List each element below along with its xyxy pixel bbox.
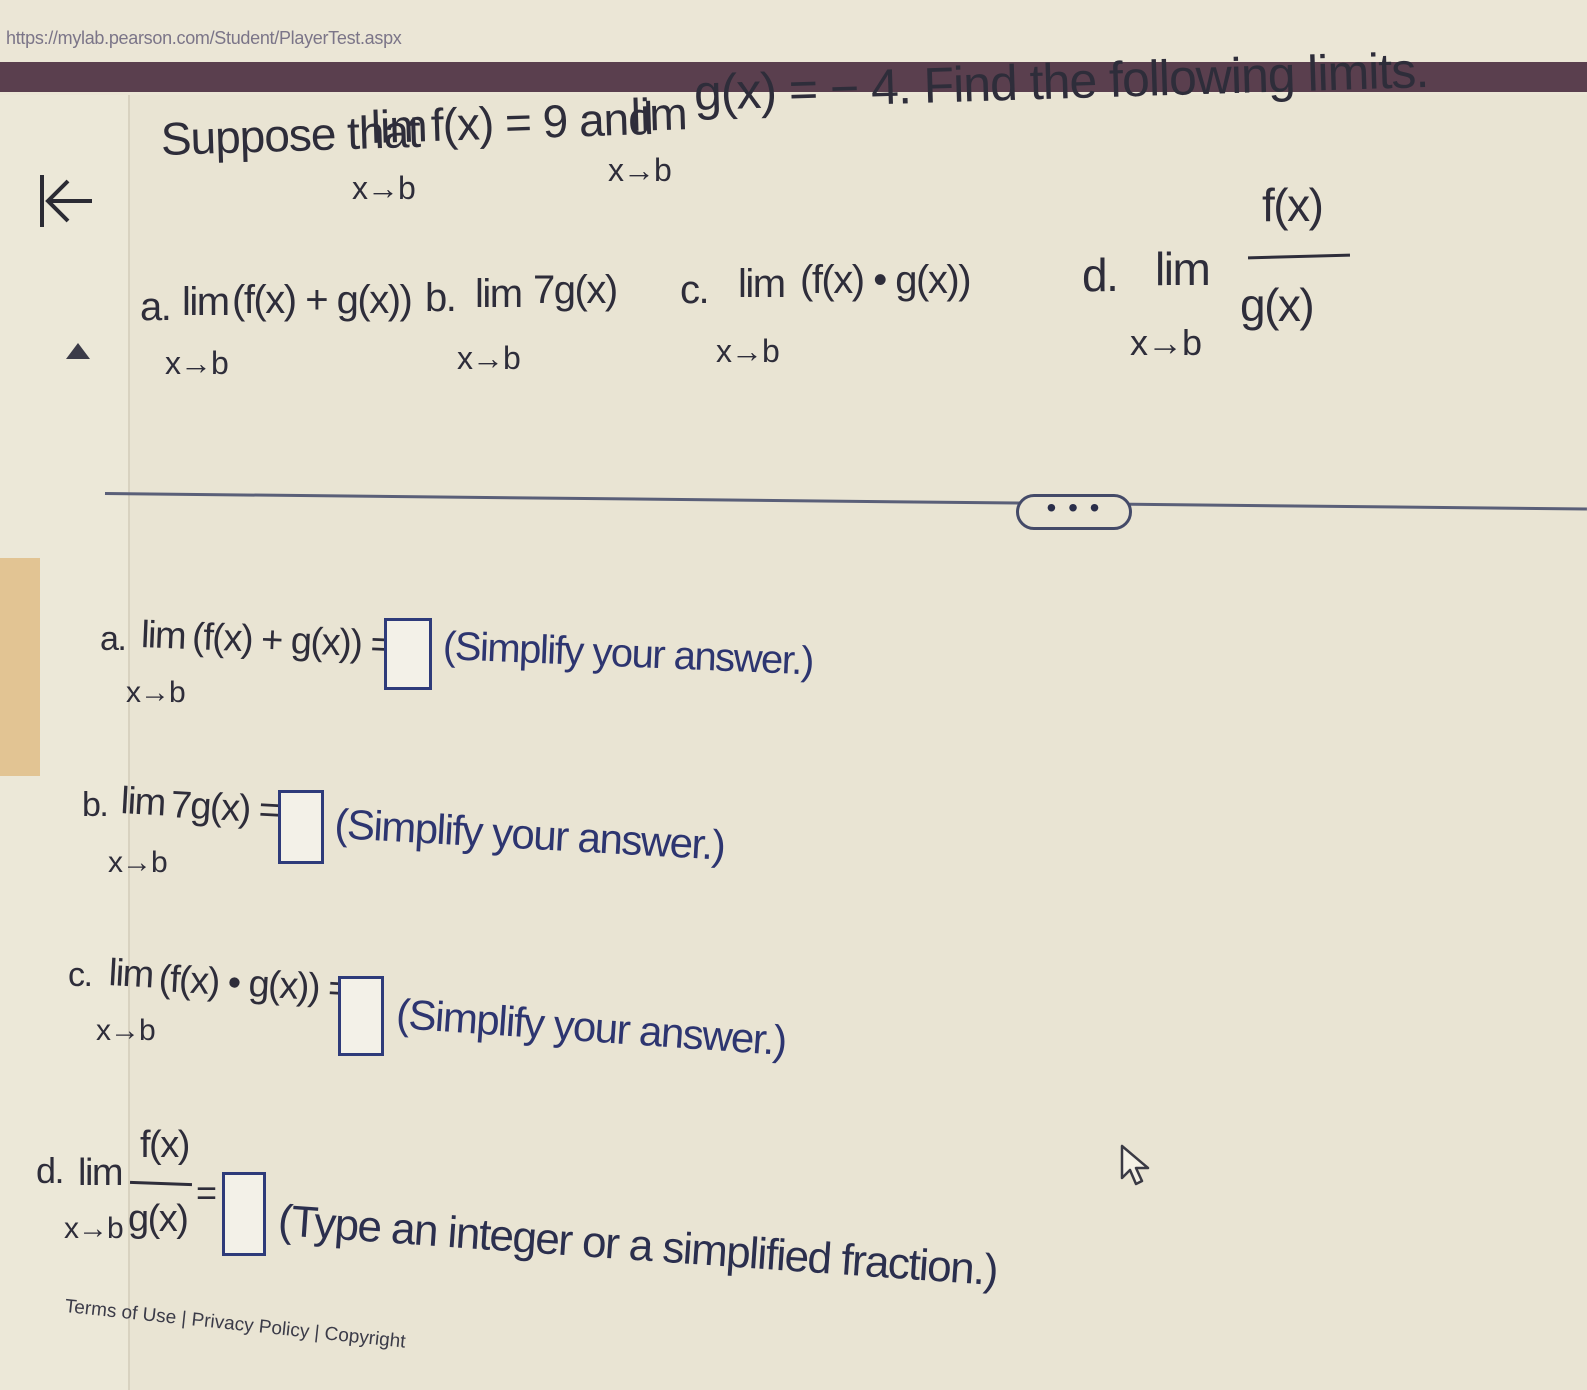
- mouse-pointer-icon: [1120, 1144, 1150, 1186]
- f-limit-statement: f(x) = 9 and: [430, 92, 654, 151]
- more-options-button[interactable]: • • •: [1016, 494, 1132, 530]
- answer-b-lim: lim: [119, 780, 166, 825]
- section-divider: [104, 492, 1587, 511]
- part-b-subscript: x→b: [457, 340, 521, 376]
- answer-b-subscript: x→b: [108, 846, 168, 879]
- answer-a-subscript: x→b: [126, 676, 186, 709]
- answer-a-hint: (Simplify your answer.): [442, 624, 814, 684]
- answer-b-expression: 7g(x) =: [169, 784, 281, 833]
- answer-d-input[interactable]: [222, 1172, 266, 1256]
- answer-a-label: a.: [100, 620, 127, 658]
- lim-f-word: lim: [370, 99, 428, 153]
- part-d-numerator: f(x): [1262, 179, 1324, 231]
- answer-d-lim: lim: [78, 1152, 124, 1194]
- g-limit-subscript: x→b: [608, 152, 672, 188]
- answer-b-label: b.: [82, 786, 109, 824]
- answer-c-hint: (Simplify your answer.): [394, 990, 788, 1065]
- question-panel: Suppose that lim f(x) = 9 and x→b lim g(…: [0, 0, 1587, 1390]
- answer-c-subscript: x→b: [96, 1014, 156, 1047]
- answer-d-label: d.: [36, 1150, 65, 1191]
- answer-a-expression: (f(x) + g(x)) =: [191, 616, 393, 667]
- part-d-subscript: x→b: [1130, 322, 1202, 363]
- part-c-lim: lim: [738, 262, 786, 306]
- part-b-label: b.: [425, 276, 457, 320]
- lim-g-word: lim: [630, 87, 688, 141]
- answer-d-equals: =: [196, 1172, 217, 1213]
- answer-c-label: c.: [68, 956, 93, 994]
- answer-b-input[interactable]: [278, 790, 324, 864]
- part-d-denominator: g(x): [1240, 279, 1315, 331]
- g-limit-statement: g(x) = − 4. Find the following limits.: [693, 41, 1429, 121]
- part-b-expression: 7g(x): [533, 268, 618, 312]
- footer-links[interactable]: Terms of Use | Privacy Policy | Copyrigh…: [64, 1296, 407, 1354]
- part-b-lim: lim: [475, 272, 523, 316]
- answer-d-subscript: x→b: [64, 1212, 124, 1245]
- answer-a-lim: lim: [140, 614, 187, 658]
- answer-d-fraction-bar: [129, 1180, 193, 1187]
- part-a-lim: lim: [182, 280, 230, 324]
- part-a-expression: (f(x) + g(x)): [232, 278, 413, 322]
- answer-a-input[interactable]: [384, 618, 432, 690]
- answer-c-input[interactable]: [338, 976, 384, 1056]
- answer-c-expression: (f(x) • g(x)) =: [157, 958, 351, 1011]
- part-d-lim: lim: [1155, 243, 1211, 295]
- part-c-subscript: x→b: [716, 333, 780, 369]
- part-c-label: c.: [680, 268, 710, 312]
- answer-d-numerator: f(x): [140, 1124, 190, 1166]
- answer-d-hint: (Type an integer or a simplified fractio…: [276, 1196, 999, 1296]
- part-d-label: d.: [1082, 249, 1119, 301]
- part-d-fraction-bar: [1247, 253, 1351, 260]
- answer-b-hint: (Simplify your answer.): [333, 800, 726, 869]
- f-limit-subscript: x→b: [352, 170, 416, 206]
- part-c-expression: (f(x) • g(x)): [800, 258, 972, 302]
- answer-c-lim: lim: [107, 952, 154, 997]
- part-a-subscript: x→b: [165, 345, 229, 381]
- part-a-label: a.: [140, 285, 172, 329]
- answer-d-denominator: g(x): [128, 1198, 189, 1240]
